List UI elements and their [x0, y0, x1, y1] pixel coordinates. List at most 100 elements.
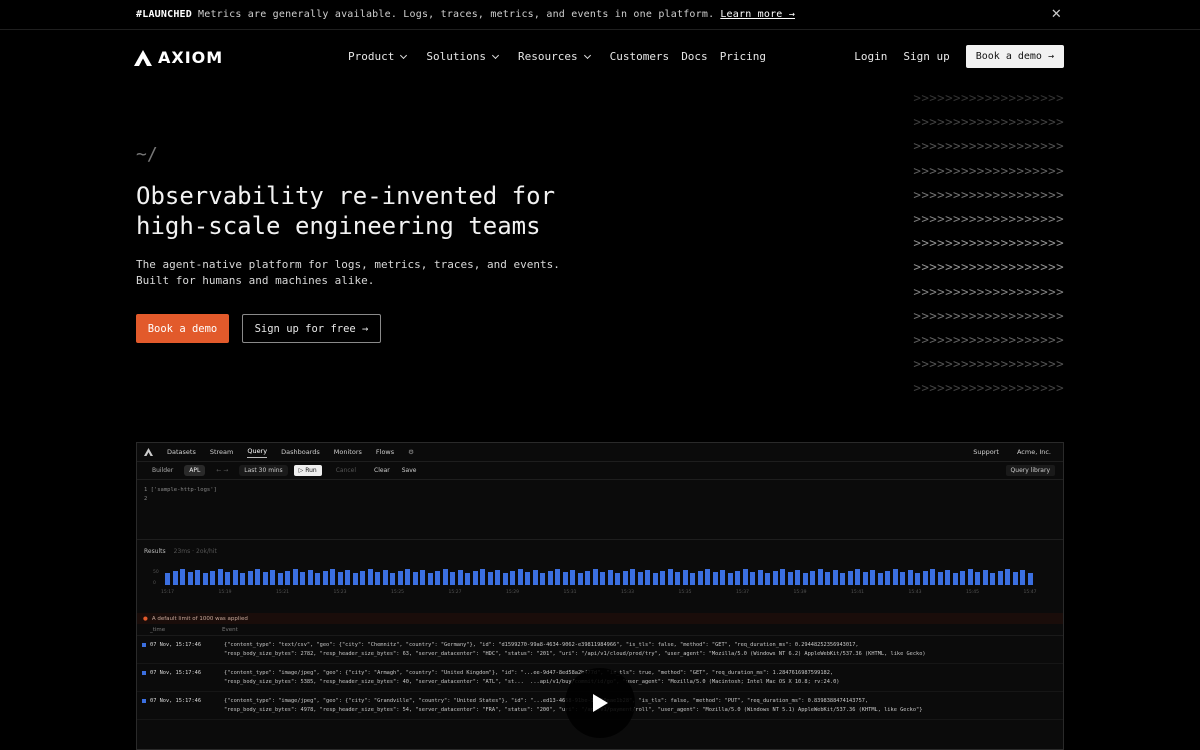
- tab-datasets[interactable]: Datasets: [167, 448, 196, 456]
- histogram-bar[interactable]: [772, 571, 778, 585]
- builder-toggle[interactable]: Builder: [147, 465, 178, 476]
- query-library-button[interactable]: Query library: [1005, 465, 1055, 476]
- histogram-bar[interactable]: [540, 573, 545, 585]
- histogram-bar[interactable]: [825, 572, 830, 585]
- menu-solutions[interactable]: Solutions: [426, 50, 500, 63]
- query-editor[interactable]: 1 ['sample-http-logs'] 2: [137, 480, 1063, 540]
- histogram-bar[interactable]: [547, 571, 553, 585]
- histogram-bar[interactable]: [780, 569, 785, 585]
- histogram-bar[interactable]: [502, 573, 508, 585]
- logo[interactable]: AXIOM: [134, 48, 223, 67]
- histogram-bar[interactable]: [375, 572, 380, 585]
- cancel-button[interactable]: Cancel: [336, 467, 356, 474]
- histogram-bar[interactable]: [765, 573, 770, 585]
- menu-customers[interactable]: Customers: [610, 50, 670, 63]
- histogram-bar[interactable]: [637, 572, 643, 585]
- learn-more-link[interactable]: Learn more →: [720, 9, 795, 20]
- histogram-bar[interactable]: [285, 571, 290, 585]
- histogram-bar[interactable]: [382, 570, 388, 585]
- histogram-bar[interactable]: [405, 569, 410, 585]
- tab-flows[interactable]: Flows: [376, 448, 394, 456]
- histogram-bar[interactable]: [585, 571, 590, 585]
- tab-dashboards[interactable]: Dashboards: [281, 448, 320, 456]
- histogram-bar[interactable]: [517, 569, 523, 585]
- histogram-bar[interactable]: [1027, 573, 1033, 585]
- histogram-bar[interactable]: [525, 572, 530, 585]
- histogram-bar[interactable]: [952, 573, 958, 585]
- histogram-bar[interactable]: [907, 570, 913, 585]
- histogram-bar[interactable]: [795, 570, 800, 585]
- histogram-bar[interactable]: [915, 573, 920, 585]
- histogram-bar[interactable]: [615, 573, 620, 585]
- histogram-bar[interactable]: [262, 572, 268, 585]
- histogram-bar[interactable]: [300, 572, 305, 585]
- tab-query[interactable]: Query: [247, 447, 268, 458]
- histogram-bar[interactable]: [472, 571, 478, 585]
- histogram-bar[interactable]: [195, 570, 200, 585]
- histogram-bar[interactable]: [510, 571, 515, 585]
- histogram-bar[interactable]: [172, 571, 178, 585]
- book-demo-nav-button[interactable]: Book a demo →: [965, 45, 1064, 68]
- histogram-bar[interactable]: [982, 570, 988, 585]
- tab-stream[interactable]: Stream: [210, 448, 234, 456]
- table-row[interactable]: 07 Nov, 15:17:46 {"content_type": "text/c…: [137, 636, 1063, 664]
- histogram-bar[interactable]: [757, 570, 763, 585]
- histogram-bar[interactable]: [720, 570, 725, 585]
- histogram-bar[interactable]: [322, 571, 328, 585]
- histogram-bar[interactable]: [562, 572, 568, 585]
- histogram-bar[interactable]: [427, 573, 433, 585]
- histogram-bar[interactable]: [435, 571, 440, 585]
- histogram-bar[interactable]: [555, 569, 560, 585]
- histogram-bar[interactable]: [307, 570, 313, 585]
- signup-link[interactable]: Sign up: [903, 50, 949, 63]
- histogram-bar[interactable]: [990, 573, 995, 585]
- menu-resources[interactable]: Resources: [518, 50, 591, 63]
- histogram-bar[interactable]: [840, 573, 845, 585]
- histogram-bar[interactable]: [277, 573, 283, 585]
- histogram-bar[interactable]: [232, 570, 238, 585]
- histogram-bar[interactable]: [180, 569, 185, 585]
- histogram-bar[interactable]: [292, 569, 298, 585]
- histogram-bar[interactable]: [727, 573, 733, 585]
- histogram-bar[interactable]: [900, 572, 905, 585]
- histogram-bar[interactable]: [255, 569, 260, 585]
- history-arrows-icon[interactable]: ← →: [211, 465, 233, 476]
- histogram-bar[interactable]: [607, 570, 613, 585]
- histogram-bar[interactable]: [975, 572, 980, 585]
- histogram-bar[interactable]: [1005, 569, 1010, 585]
- histogram-bar[interactable]: [832, 570, 838, 585]
- histogram-bar[interactable]: [487, 572, 493, 585]
- histogram-bar[interactable]: [592, 569, 598, 585]
- histogram-bar[interactable]: [187, 572, 193, 585]
- histogram-bar[interactable]: [682, 570, 688, 585]
- histogram-bar[interactable]: [532, 570, 538, 585]
- settings-gear-icon[interactable]: ⚙: [408, 448, 414, 456]
- histogram-bar[interactable]: [165, 573, 170, 585]
- run-button[interactable]: ▷ Run: [293, 465, 322, 476]
- histogram-bar[interactable]: [442, 569, 448, 585]
- histogram-bar[interactable]: [622, 571, 628, 585]
- histogram-bar[interactable]: [270, 570, 275, 585]
- histogram-bar[interactable]: [630, 569, 635, 585]
- histogram-bar[interactable]: [802, 573, 808, 585]
- close-icon[interactable]: ✕: [1051, 7, 1062, 22]
- histogram-bar[interactable]: [1020, 570, 1025, 585]
- signup-free-button[interactable]: Sign up for free →: [242, 314, 381, 343]
- histogram-bar[interactable]: [570, 570, 575, 585]
- histogram-bar[interactable]: [360, 571, 365, 585]
- histogram-bar[interactable]: [892, 569, 898, 585]
- histogram-bar[interactable]: [315, 573, 320, 585]
- histogram-bar[interactable]: [450, 572, 455, 585]
- histogram-bar[interactable]: [600, 572, 605, 585]
- org-switcher[interactable]: Acme, Inc.: [1017, 448, 1051, 456]
- histogram-bar[interactable]: [495, 570, 500, 585]
- histogram-bar[interactable]: [240, 573, 245, 585]
- histogram-bar[interactable]: [937, 572, 943, 585]
- histogram-bar[interactable]: [735, 571, 740, 585]
- histogram-bar[interactable]: [945, 570, 950, 585]
- histogram-bar[interactable]: [712, 572, 718, 585]
- histogram-bar[interactable]: [675, 572, 680, 585]
- histogram-bar[interactable]: [750, 572, 755, 585]
- histogram-bar[interactable]: [225, 572, 230, 585]
- histogram-bar[interactable]: [817, 569, 823, 585]
